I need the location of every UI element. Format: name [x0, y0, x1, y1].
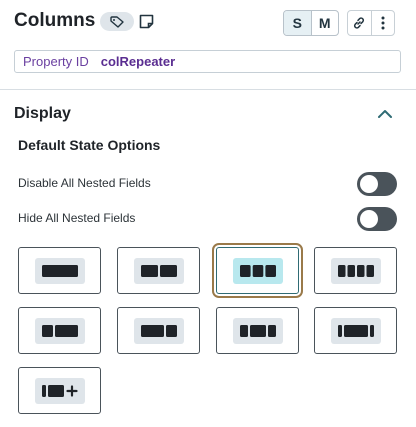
two-equal-columns-layout-icon: [140, 264, 177, 277]
hide-nested-fields-toggle[interactable]: [357, 207, 397, 231]
quarter-half-quarter-layout-icon: [239, 324, 276, 337]
single-column-layout-icon: [41, 264, 78, 277]
layout-option-custom[interactable]: [18, 367, 101, 414]
note-button[interactable]: [138, 13, 155, 30]
disable-nested-fields-label: Disable All Nested Fields: [18, 176, 151, 190]
add-custom-layout-icon: [41, 384, 78, 397]
four-equal-columns-layout-icon: [337, 264, 374, 277]
disable-nested-fields-row: Disable All Nested Fields: [18, 172, 398, 196]
toggle-knob: [360, 210, 378, 228]
link-icon: [354, 17, 365, 29]
hide-nested-fields-row: Hide All Nested Fields: [18, 207, 398, 231]
toggle-knob: [360, 175, 378, 193]
chevron-up-icon: [378, 110, 392, 118]
tag-button[interactable]: [100, 12, 134, 31]
section-divider: [0, 89, 416, 90]
layout-preview: [133, 257, 184, 284]
size-m-button[interactable]: M: [310, 11, 339, 35]
layout-preview: [232, 317, 283, 344]
display-section-title: Display: [14, 105, 71, 122]
layout-option-6[interactable]: [117, 307, 200, 354]
header-actions: [347, 10, 395, 36]
layout-preview: [34, 257, 85, 284]
narrow-wide-narrow-layout-icon: [337, 324, 374, 337]
two-thirds-one-third-layout-icon: [140, 324, 177, 337]
collapse-button[interactable]: [376, 107, 394, 121]
layout-option-1[interactable]: [18, 247, 101, 294]
layout-option-7[interactable]: [216, 307, 299, 354]
layout-option-4[interactable]: [314, 247, 397, 294]
property-id-value: colRepeater: [100, 54, 176, 69]
one-third-two-thirds-layout-icon: [41, 324, 78, 337]
layout-option-8[interactable]: [314, 307, 397, 354]
three-equal-columns-layout-icon: [239, 264, 276, 277]
more-options-button[interactable]: [370, 11, 395, 35]
property-id-label: Property ID: [23, 54, 89, 69]
more-vertical-icon: [381, 16, 385, 30]
layout-preview: [330, 257, 381, 284]
size-s-button[interactable]: S: [284, 11, 311, 35]
disable-nested-fields-toggle[interactable]: [357, 172, 397, 196]
layout-preview: [232, 257, 283, 284]
tag-icon: [110, 15, 124, 28]
link-button[interactable]: [348, 11, 371, 35]
layout-preview: [330, 317, 381, 344]
note-icon: [139, 14, 154, 29]
layout-preview: [34, 317, 85, 344]
layout-option-2[interactable]: [117, 247, 200, 294]
page-title: Columns: [14, 10, 96, 31]
layout-preview: [133, 317, 184, 344]
layout-option-5[interactable]: [18, 307, 101, 354]
layout-option-3[interactable]: [212, 243, 303, 298]
layout-preview: [34, 377, 85, 404]
default-state-options-heading: Default State Options: [18, 137, 161, 153]
size-toggle-group: S M: [283, 10, 339, 36]
property-id-field[interactable]: Property ID colRepeater: [14, 50, 401, 73]
panel-header: Columns S M: [14, 8, 404, 36]
hide-nested-fields-label: Hide All Nested Fields: [18, 211, 136, 225]
